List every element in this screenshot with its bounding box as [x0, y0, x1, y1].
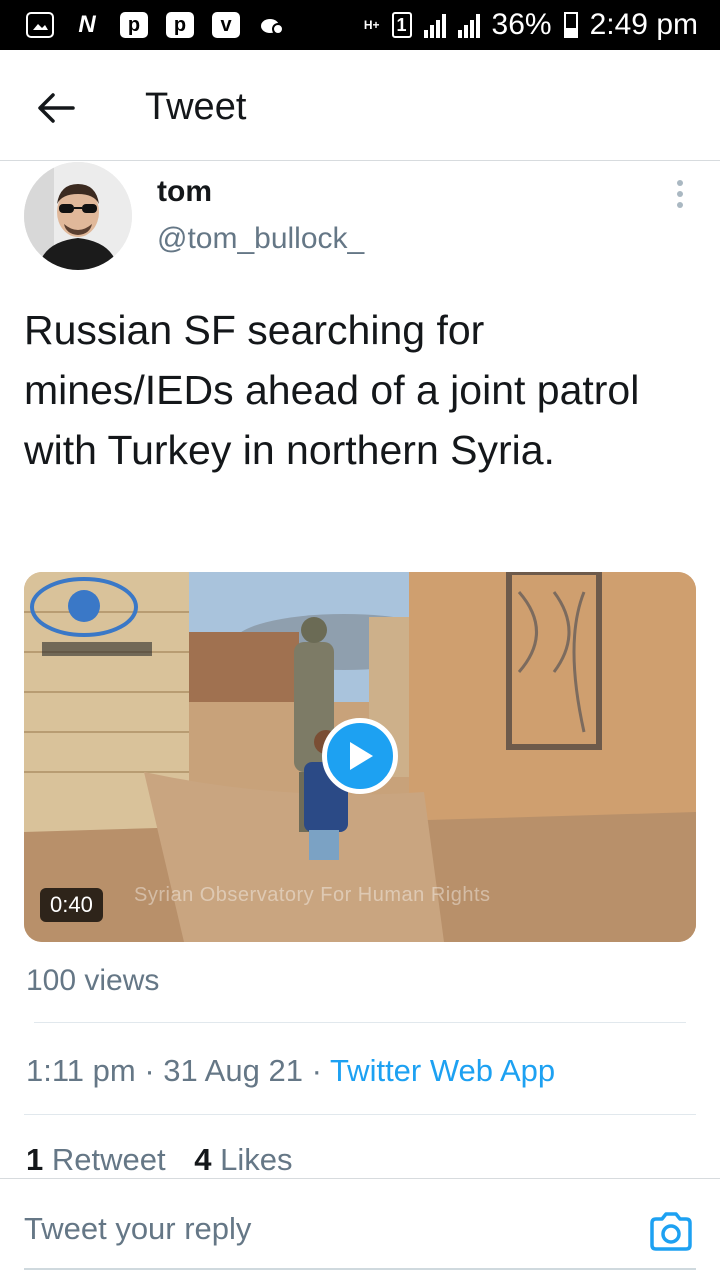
tweet-metadata: 1:11 pm · 31 Aug 21 · Twitter Web App — [26, 1053, 555, 1089]
likes-count: 4 — [194, 1142, 212, 1177]
v-icon: v — [212, 12, 240, 38]
play-icon — [350, 742, 373, 770]
retweets-label: Retweet — [51, 1142, 166, 1177]
notification-icons: N p p v — [26, 11, 286, 38]
camera-button[interactable] — [648, 1209, 694, 1255]
more-vertical-icon — [677, 180, 683, 186]
back-button[interactable] — [28, 80, 84, 136]
network-type: H+ — [363, 18, 380, 32]
tweet-text: Russian SF searching for mines/IEDs ahea… — [24, 307, 640, 473]
camera-icon — [650, 1212, 692, 1251]
author-handle[interactable]: @tom_bullock_ — [157, 222, 364, 256]
avatar[interactable] — [24, 162, 132, 270]
battery-percent: 36% — [491, 8, 552, 41]
separator: · — [311, 1053, 322, 1088]
tweet-stats: 1 Retweet 4 Likes — [26, 1142, 312, 1178]
video-player[interactable]: Syrian Observatory For Human Rights 0:40 — [24, 572, 696, 942]
retweets-stat[interactable]: 1 Retweet — [26, 1142, 166, 1177]
signal-icon — [457, 12, 480, 38]
tweet-date: 31 Aug 21 — [163, 1053, 303, 1088]
likes-stat[interactable]: 4 Likes — [194, 1142, 292, 1177]
signal-icon — [423, 12, 446, 38]
tweet-source-link[interactable]: Twitter Web App — [330, 1053, 555, 1088]
reply-input[interactable]: Tweet your reply — [24, 1211, 251, 1247]
battery-icon — [563, 12, 578, 38]
clock: 2:49 pm — [589, 8, 698, 41]
author-name[interactable]: tom — [157, 175, 212, 209]
n-icon: N — [78, 11, 96, 38]
reply-underline — [24, 1268, 696, 1270]
view-count: 100 views — [26, 964, 160, 997]
separator: · — [144, 1053, 155, 1088]
play-button[interactable] — [322, 718, 398, 794]
likes-label: Likes — [220, 1142, 293, 1177]
more-options-button[interactable] — [660, 174, 700, 214]
video-watermark: Syrian Observatory For Human Rights — [134, 884, 491, 906]
divider — [34, 1022, 686, 1023]
app-header: Tweet — [0, 50, 720, 161]
p-icon: p — [166, 12, 194, 38]
video-duration: 0:40 — [40, 888, 103, 922]
status-bar: N p p v H+ 1 36% 2:49 pm — [0, 0, 720, 50]
divider — [24, 1114, 696, 1115]
image-icon — [26, 12, 54, 38]
retweets-count: 1 — [26, 1142, 44, 1177]
system-indicators: H+ 1 36% 2:49 pm — [364, 8, 698, 42]
reply-bar: Tweet your reply — [0, 1178, 720, 1280]
page-title: Tweet — [145, 86, 247, 128]
sim-indicator: 1 — [391, 12, 412, 38]
arrow-left-icon — [38, 93, 75, 123]
cloud-icon — [258, 12, 286, 38]
tweet-time: 1:11 pm — [26, 1053, 136, 1088]
p-icon: p — [120, 12, 148, 38]
